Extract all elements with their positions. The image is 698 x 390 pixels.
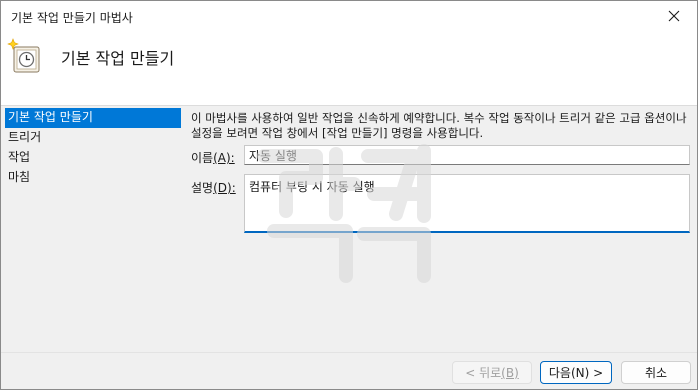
step-list: 기본 작업 만들기 트리거 작업 마침 xyxy=(5,108,181,188)
wizard-header: 기본 작업 만들기 xyxy=(1,31,697,105)
name-label-text: 이름 xyxy=(191,151,214,165)
next-button-label: 다음 xyxy=(548,366,571,380)
next-button[interactable]: 다음 (N) > xyxy=(540,361,612,384)
close-button[interactable] xyxy=(651,1,697,31)
step-item-finish[interactable]: 마침 xyxy=(5,168,181,188)
header-divider xyxy=(1,105,697,106)
description-label-accel: (D): xyxy=(213,181,236,195)
back-button-label: < 뒤로 xyxy=(465,366,502,380)
step-item-trigger[interactable]: 트리거 xyxy=(5,128,181,148)
next-button-accel: (N) > xyxy=(570,365,604,380)
cancel-button[interactable]: 취소 xyxy=(621,361,691,384)
back-button[interactable]: < 뒤로 (B) xyxy=(452,361,532,384)
description-label-text: 설명 xyxy=(191,181,214,195)
name-label: 이름(A): xyxy=(191,149,235,166)
wizard-window: 기본 작업 만들기 마법사 기본 작업 만들기 기본 작업 만들기 트리거 작업… xyxy=(0,0,698,390)
title-bar[interactable]: 기본 작업 만들기 마법사 xyxy=(1,1,697,31)
name-label-accel: (A): xyxy=(213,151,235,165)
close-icon xyxy=(668,10,680,22)
description-label: 설명(D): xyxy=(191,179,236,196)
step-item-action[interactable]: 작업 xyxy=(5,148,181,168)
watermark-logo xyxy=(257,144,431,283)
back-button-accel: (B) xyxy=(501,365,519,380)
window-title: 기본 작업 만들기 마법사 xyxy=(11,11,133,25)
task-scheduler-icon xyxy=(7,38,40,73)
footer-divider xyxy=(1,352,697,353)
page-title: 기본 작업 만들기 xyxy=(61,49,175,68)
step-item-create-basic-task[interactable]: 기본 작업 만들기 xyxy=(5,108,181,128)
